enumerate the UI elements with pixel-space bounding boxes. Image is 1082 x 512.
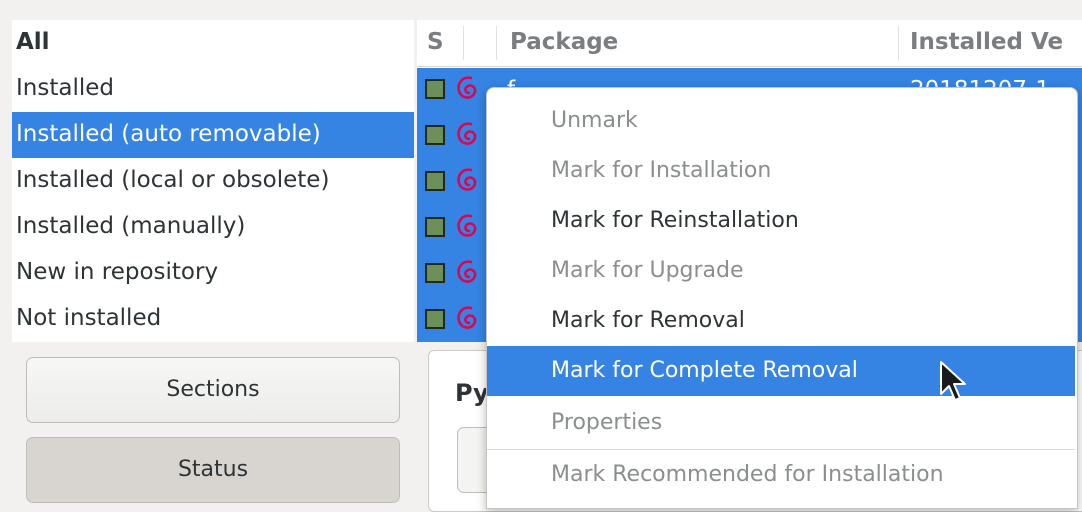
installed-status-icon[interactable] (425, 125, 445, 145)
menu-item-properties[interactable]: Properties (487, 398, 1075, 448)
debian-swirl-icon (457, 306, 477, 329)
installed-status-icon[interactable] (425, 263, 445, 283)
filter-item-all[interactable]: All (12, 20, 414, 66)
column-separator (898, 26, 899, 60)
menu-item-mark-for-removal[interactable]: Mark for Removal (487, 296, 1075, 346)
debian-swirl-icon (457, 168, 477, 191)
menu-item-unmark[interactable]: Unmark (487, 96, 1075, 146)
debian-swirl-icon (457, 214, 477, 237)
debian-swirl-icon (457, 76, 477, 99)
installed-status-icon[interactable] (425, 171, 445, 191)
filter-item-new-in-repository[interactable]: New in repository (12, 250, 414, 296)
filter-item-installed-auto-removable[interactable]: Installed (auto removable) (12, 112, 414, 158)
installed-status-icon[interactable] (425, 217, 445, 237)
status-button[interactable]: Status (26, 437, 400, 503)
sections-button[interactable]: Sections (26, 357, 400, 423)
installed-status-icon[interactable] (425, 309, 445, 329)
column-separator (463, 26, 464, 60)
menu-item-mark-for-installation[interactable]: Mark for Installation (487, 146, 1075, 196)
column-header-package[interactable]: Package (510, 20, 618, 66)
installed-status-icon[interactable] (425, 79, 445, 99)
debian-swirl-icon (457, 260, 477, 283)
package-details-title: Py (455, 379, 489, 407)
menu-item-mark-for-upgrade[interactable]: Mark for Upgrade (487, 246, 1075, 296)
menu-item-mark-for-complete-removal[interactable]: Mark for Complete Removal (487, 346, 1075, 396)
column-header-status[interactable]: S (427, 20, 444, 66)
mouse-pointer-icon (940, 361, 966, 401)
filter-item-installed-local-or-obsolete[interactable]: Installed (local or obsolete) (12, 158, 414, 204)
column-separator (496, 26, 497, 60)
debian-swirl-icon (457, 122, 477, 145)
window-top-edge (0, 0, 1082, 8)
filter-item-not-installed[interactable]: Not installed (12, 296, 414, 342)
filter-item-installed-manually[interactable]: Installed (manually) (12, 204, 414, 250)
package-table-header: S Package Installed Ve (417, 20, 1082, 67)
menu-item-mark-recommended-for-installation[interactable]: Mark Recommended for Installation (487, 450, 1075, 500)
filter-list: All Installed Installed (auto removable)… (12, 20, 414, 342)
menu-item-mark-for-reinstallation[interactable]: Mark for Reinstallation (487, 196, 1075, 246)
package-context-menu: Unmark Mark for Installation Mark for Re… (486, 87, 1078, 509)
column-header-installed-version[interactable]: Installed Ve (910, 20, 1063, 66)
filter-item-installed[interactable]: Installed (12, 66, 414, 112)
